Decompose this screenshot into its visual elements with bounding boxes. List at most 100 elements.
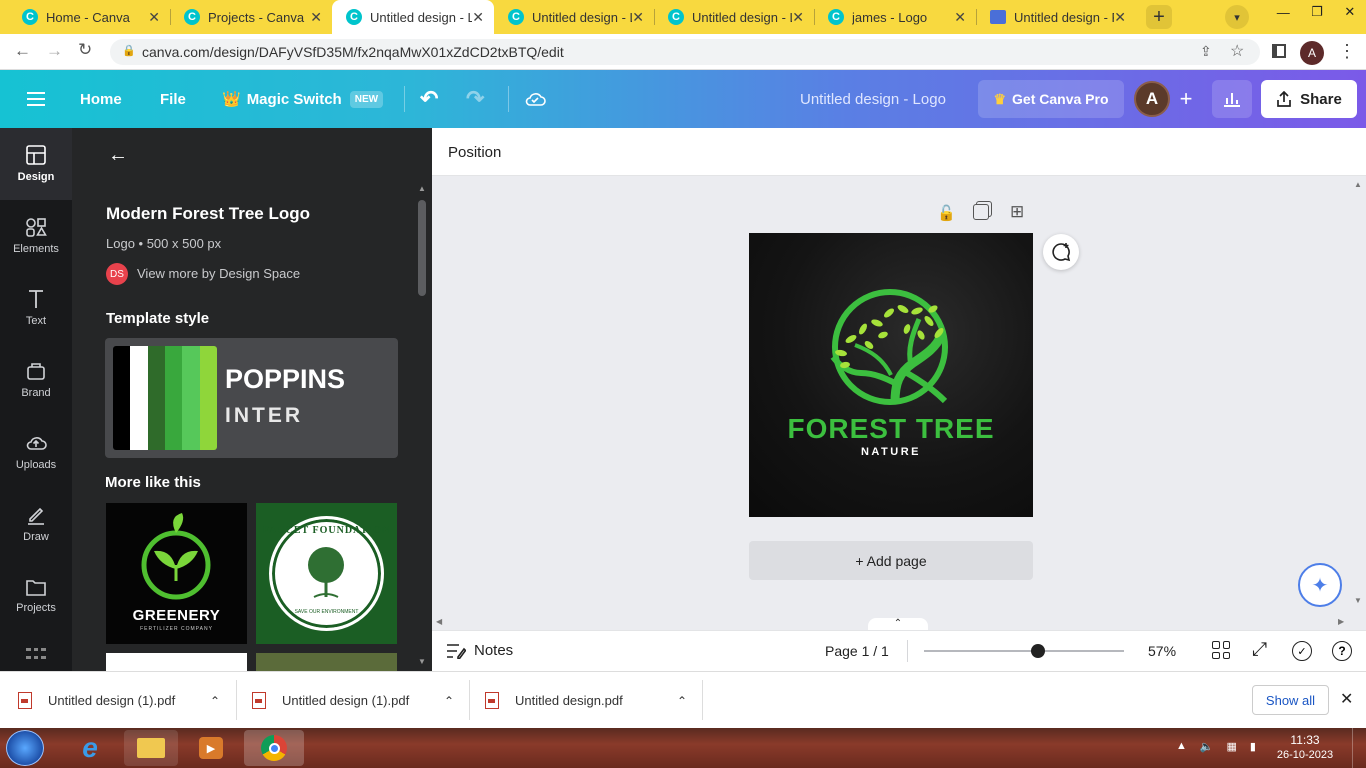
design-title[interactable]: Untitled design - Logo (800, 70, 946, 128)
show-desktop-button[interactable] (1352, 728, 1366, 768)
font-secondary: INTER (225, 404, 303, 427)
close-tab-icon[interactable]: ✕ (148, 9, 160, 26)
notes-button[interactable]: Notes (446, 642, 513, 659)
clock-time[interactable]: 11:33 (1272, 733, 1338, 747)
volume-icon[interactable]: 🔈 (1200, 740, 1214, 756)
back-arrow-icon[interactable]: ← (108, 144, 128, 167)
zoom-slider-handle[interactable] (1031, 644, 1045, 658)
magic-switch-button[interactable]: 👑 Magic Switch NEW (222, 70, 384, 128)
browser-tab[interactable]: C Projects - Canva ✕ (170, 0, 332, 34)
grid-view-icon[interactable] (1212, 641, 1230, 659)
close-tab-icon[interactable]: ✕ (310, 9, 322, 26)
chevron-up-icon[interactable]: ⌃ (677, 694, 687, 708)
battery-icon[interactable]: ▮ (1250, 740, 1256, 756)
browser-tab[interactable]: Untitled design - P ✕ (976, 0, 1136, 34)
check-circle-icon[interactable]: ✓ (1292, 641, 1312, 661)
address-bar[interactable]: 🔒 canva.com/design/DAFyVSfD35M/fx2nqaMwX… (110, 39, 1260, 65)
main-menu-icon[interactable] (26, 70, 46, 128)
zoom-slider-track[interactable] (924, 644, 1124, 658)
file-explorer-icon[interactable] (124, 730, 178, 766)
rail-item-draw[interactable]: Draw (0, 488, 72, 560)
chevron-up-icon[interactable]: ⌃ (444, 694, 454, 708)
browser-tab[interactable]: C Untitled design - L ✕ (654, 0, 814, 34)
undo-icon[interactable]: ↶ (420, 70, 438, 128)
close-tab-icon[interactable]: ✕ (1114, 9, 1126, 26)
close-window-icon[interactable]: ✕ (1344, 4, 1355, 20)
window-controls: — ❐ ✕ (1266, 2, 1366, 22)
lock-icon[interactable]: 🔓 (937, 204, 956, 222)
show-hidden-icons-icon[interactable]: ▲ (1176, 740, 1187, 756)
media-player-icon[interactable]: ▶ (184, 730, 238, 766)
internet-explorer-icon[interactable]: e (68, 732, 112, 764)
home-button[interactable]: Home (80, 70, 122, 128)
template-thumbnail[interactable]: GREENERY FERTILIZER COMPANY (106, 503, 247, 644)
maximize-icon[interactable]: ❐ (1311, 4, 1323, 20)
close-tab-icon[interactable]: ✕ (472, 9, 484, 26)
side-panel-icon[interactable] (1272, 44, 1286, 58)
insights-chart-icon[interactable] (1212, 80, 1252, 118)
panel-scrollbar[interactable]: ▲ ▼ (416, 184, 428, 671)
get-pro-label: Get Canva Pro (1012, 91, 1109, 107)
add-page-icon[interactable]: ⊞ (1010, 202, 1024, 222)
zoom-percent[interactable]: 57% (1148, 643, 1176, 659)
help-icon[interactable]: ? (1332, 641, 1352, 661)
template-thumbnail[interactable]: FAUCET FOUNDATION SAVE OUR ENVIRONMENT (256, 503, 397, 644)
system-tray[interactable]: ▲ 🔈 ▦ ▮ (1176, 740, 1256, 756)
forward-arrow-icon[interactable]: → (46, 41, 63, 61)
rail-item-uploads[interactable]: Uploads (0, 416, 72, 488)
add-collaborator-icon[interactable]: + (1172, 83, 1200, 115)
browser-tab[interactable]: C Untitled design - L ✕ (494, 0, 654, 34)
template-style-card[interactable]: POPPINS INTER (105, 338, 398, 458)
cloud-saved-icon[interactable] (524, 70, 546, 128)
template-thumbnail[interactable] (256, 653, 397, 671)
file-menu-button[interactable]: File (160, 70, 186, 128)
download-item[interactable]: Untitled design.pdf ⌃ (485, 672, 701, 729)
tab-search-chevron-icon[interactable]: ▾ (1225, 5, 1249, 29)
network-icon[interactable]: ▦ (1227, 740, 1237, 756)
close-tab-icon[interactable]: ✕ (954, 9, 966, 26)
download-item[interactable]: Untitled design (1).pdf ⌃ (252, 672, 468, 729)
canvas-vertical-scrollbar[interactable]: ▲ ▼ (1352, 176, 1366, 616)
position-button[interactable]: Position (448, 144, 501, 161)
duplicate-page-icon[interactable] (973, 204, 989, 220)
rail-item-elements[interactable]: Elements (0, 200, 72, 272)
creator-link[interactable]: View more by Design Space (137, 266, 300, 281)
get-canva-pro-button[interactable]: ♛ Get Canva Pro (978, 80, 1124, 118)
chrome-icon[interactable] (244, 730, 304, 766)
browser-tab-active[interactable]: C Untitled design - L ✕ (332, 0, 494, 34)
user-avatar[interactable]: A (1134, 81, 1170, 117)
new-tab-plus-icon[interactable]: + (1146, 5, 1172, 29)
bookmark-star-icon[interactable]: ☆ (1230, 41, 1244, 61)
close-downloads-icon[interactable]: ✕ (1340, 689, 1353, 709)
share-page-icon[interactable]: ⇪ (1200, 43, 1212, 60)
start-button-icon[interactable] (6, 730, 44, 766)
close-tab-icon[interactable]: ✕ (792, 9, 804, 26)
reload-icon[interactable]: ↻ (78, 40, 92, 60)
browser-tab[interactable]: C Home - Canva ✕ (8, 0, 170, 34)
minimize-icon[interactable]: — (1277, 5, 1290, 20)
redo-icon[interactable]: ↷ (466, 70, 484, 128)
apps-grid-icon[interactable] (26, 648, 46, 660)
browser-tab[interactable]: C james - Logo ✕ (814, 0, 976, 34)
close-tab-icon[interactable]: ✕ (632, 9, 644, 26)
share-button[interactable]: Share (1261, 80, 1357, 118)
clock-date[interactable]: 26-10-2023 (1272, 749, 1338, 761)
add-comment-icon[interactable] (1043, 234, 1079, 270)
magic-assistant-sparkle-icon[interactable]: ✦ (1298, 563, 1342, 607)
rail-item-brand[interactable]: Brand (0, 344, 72, 416)
page-indicator[interactable]: Page 1 / 1 (825, 643, 889, 659)
browser-menu-icon[interactable]: ⋮ (1338, 41, 1356, 62)
download-item[interactable]: Untitled design (1).pdf ⌃ (18, 672, 234, 729)
design-page[interactable]: FOREST TREE NATURE (749, 233, 1033, 517)
rail-item-projects[interactable]: Projects (0, 560, 72, 632)
chevron-up-icon[interactable]: ⌃ (210, 694, 220, 708)
rail-item-text[interactable]: Text (0, 272, 72, 344)
back-arrow-icon[interactable]: ← (14, 41, 31, 61)
rail-item-design[interactable]: Design (0, 128, 72, 200)
fullscreen-expand-icon[interactable]: ⤢ (1252, 639, 1267, 661)
color-swatch (199, 346, 217, 450)
template-thumbnail[interactable] (106, 653, 247, 671)
profile-avatar[interactable]: A (1300, 41, 1324, 65)
add-page-button[interactable]: + Add page (749, 541, 1033, 580)
show-all-downloads-button[interactable]: Show all (1252, 685, 1329, 715)
